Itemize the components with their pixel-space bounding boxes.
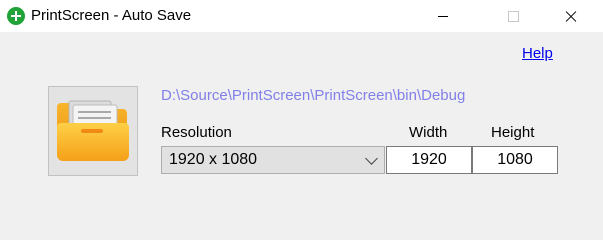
- resolution-value: 1920 x 1080: [169, 151, 258, 168]
- folder-path: D:\Source\PrintScreen\PrintScreen\bin\De…: [161, 87, 466, 104]
- resolution-label: Resolution: [161, 124, 232, 141]
- width-input[interactable]: [386, 146, 472, 174]
- help-link[interactable]: Help: [522, 45, 553, 62]
- width-label: Width: [409, 124, 448, 141]
- height-label: Height: [491, 124, 535, 141]
- add-icon: [7, 7, 25, 25]
- close-button[interactable]: [548, 0, 594, 32]
- folder-documents-icon: [57, 100, 129, 161]
- chevron-down-icon: [365, 152, 378, 165]
- select-folder-button[interactable]: [48, 86, 138, 176]
- title-bar[interactable]: PrintScreen - Auto Save: [0, 0, 603, 32]
- height-input[interactable]: [472, 146, 558, 174]
- resolution-dropdown[interactable]: 1920 x 1080: [161, 146, 385, 174]
- maximize-button: [490, 0, 536, 32]
- minimize-button[interactable]: [420, 0, 466, 32]
- window-title: PrintScreen - Auto Save: [31, 7, 192, 24]
